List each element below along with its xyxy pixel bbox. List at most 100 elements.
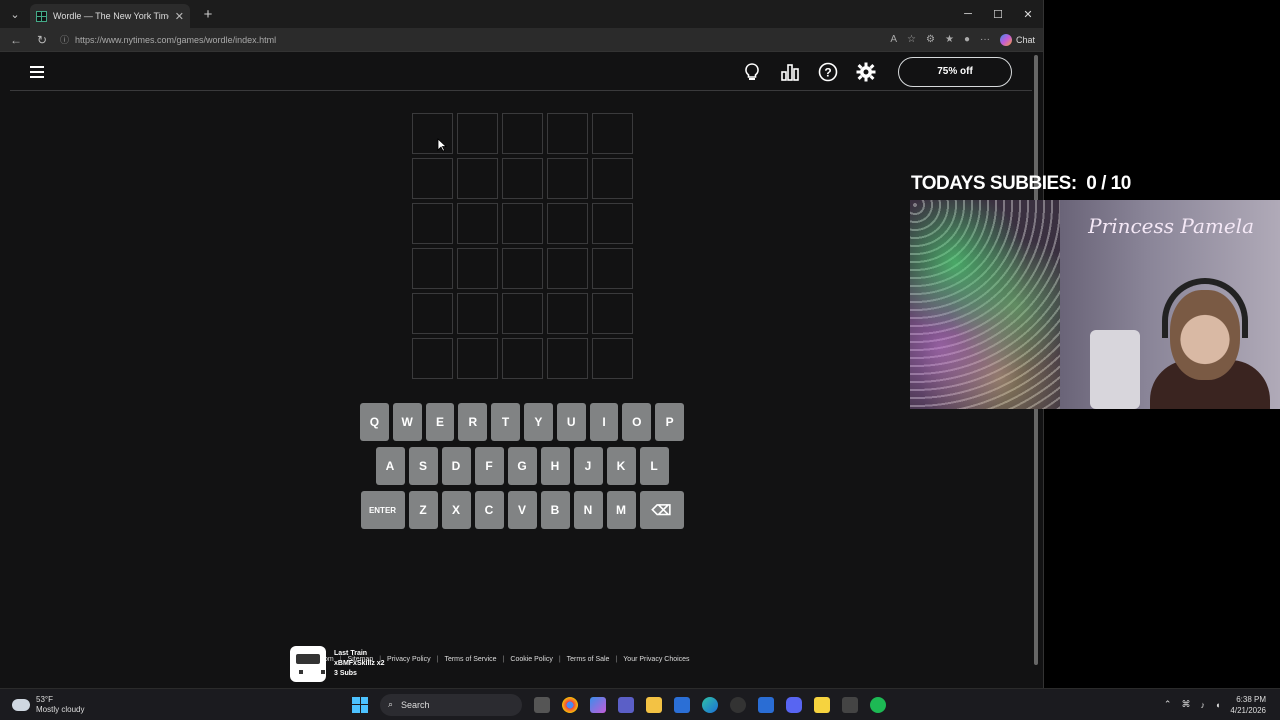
- terminal-icon[interactable]: [842, 696, 858, 713]
- key-t[interactable]: T: [491, 403, 520, 441]
- alert-title: Last Train: [334, 650, 368, 657]
- key-n[interactable]: N: [573, 491, 603, 529]
- board-tile: [412, 203, 453, 244]
- board-tile: [502, 203, 543, 244]
- key-s[interactable]: S: [408, 447, 438, 485]
- menu-icon[interactable]: [30, 65, 44, 78]
- board-tile: [412, 158, 453, 199]
- favorite-star-icon[interactable]: ☆: [907, 34, 916, 45]
- tab-actions-icon[interactable]: ⌄: [0, 0, 30, 28]
- key-q[interactable]: Q: [360, 403, 389, 441]
- key-w[interactable]: W: [392, 403, 422, 441]
- key-c[interactable]: C: [474, 491, 504, 529]
- key-e[interactable]: E: [425, 403, 455, 441]
- footer-link[interactable]: Terms of Service: [444, 656, 496, 663]
- statistics-icon[interactable]: [780, 62, 800, 82]
- new-tab-button[interactable]: +: [196, 6, 220, 23]
- key-x[interactable]: X: [441, 491, 471, 529]
- volume-icon[interactable]: ◖: [1215, 700, 1220, 710]
- header-actions: ? 75% off: [742, 56, 1012, 87]
- enter-key[interactable]: ENTER: [360, 491, 405, 529]
- chrome-icon[interactable]: [562, 696, 578, 713]
- favorites-icon[interactable]: ★: [945, 34, 954, 45]
- key-u[interactable]: U: [556, 403, 586, 441]
- board-tile: [502, 293, 543, 334]
- footer-link[interactable]: Terms of Sale: [567, 656, 610, 663]
- on-screen-keyboard: Q W E R T Y U I O P A S D F G H J K L ENTER Z X C V B N M ⌫: [360, 403, 684, 535]
- key-y[interactable]: Y: [524, 403, 553, 441]
- task-view-icon[interactable]: [534, 696, 550, 713]
- windows-taskbar: 53°F Mostly cloudy ⌕ Search ⌃ ⌘ ♪ ◖ 6:38…: [0, 688, 1280, 720]
- site-info-icon[interactable]: ⓘ: [60, 33, 69, 46]
- close-window-icon[interactable]: ✕: [1013, 8, 1043, 21]
- mouse-cursor-icon: [437, 138, 447, 152]
- read-aloud-icon[interactable]: A: [890, 34, 897, 45]
- key-g[interactable]: G: [507, 447, 537, 485]
- footer-separator: |: [615, 656, 618, 663]
- extensions-icon[interactable]: ⚙: [926, 34, 935, 45]
- more-icon[interactable]: ···: [980, 34, 990, 45]
- key-d[interactable]: D: [441, 447, 471, 485]
- chevron-up-icon[interactable]: ⌃: [1164, 699, 1172, 710]
- clock-time: 6:38 PM: [1236, 694, 1266, 704]
- teams-icon[interactable]: [618, 696, 634, 713]
- temperature: 53°F: [36, 694, 53, 704]
- key-i[interactable]: I: [589, 403, 619, 441]
- board-tile: [592, 248, 633, 289]
- maximize-icon[interactable]: ☐: [983, 8, 1013, 21]
- alert-detail: 3 Subs: [334, 670, 357, 677]
- board-tile: [592, 113, 633, 154]
- key-b[interactable]: B: [540, 491, 570, 529]
- taskbar-search[interactable]: ⌕ Search: [380, 693, 522, 716]
- discord-icon[interactable]: [786, 696, 802, 713]
- key-k[interactable]: K: [606, 447, 636, 485]
- edge-icon[interactable]: [702, 696, 718, 713]
- help-icon[interactable]: ?: [818, 62, 838, 82]
- tab-wordle[interactable]: Wordle — The New York Times ✕: [30, 4, 190, 28]
- clock[interactable]: 6:38 PM 4/21/2026: [1230, 694, 1266, 716]
- led-lights-background: [910, 200, 1060, 409]
- network-icon[interactable]: ⌘: [1181, 699, 1190, 710]
- spotify-icon[interactable]: [870, 696, 886, 713]
- key-l[interactable]: L: [639, 447, 669, 485]
- settings-gear-icon[interactable]: [856, 62, 876, 82]
- store-icon[interactable]: [674, 696, 690, 713]
- key-m[interactable]: M: [606, 491, 636, 529]
- footer-link[interactable]: Cookie Policy: [510, 656, 552, 663]
- subscribe-promo-button[interactable]: 75% off: [898, 56, 1012, 87]
- back-icon[interactable]: ←: [8, 33, 24, 47]
- profile-icon[interactable]: ●: [964, 34, 970, 45]
- file-explorer-icon[interactable]: [646, 696, 662, 713]
- footer-link[interactable]: Your Privacy Choices: [623, 656, 689, 663]
- url-field[interactable]: ⓘ https://www.nytimes.com/games/wordle/i…: [60, 33, 880, 46]
- microphone-icon[interactable]: ♪: [1200, 700, 1205, 710]
- streamdeck-icon[interactable]: [758, 696, 774, 713]
- minimize-icon[interactable]: ─: [953, 8, 983, 21]
- key-r[interactable]: R: [458, 403, 488, 441]
- sticky-notes-icon[interactable]: [814, 696, 830, 713]
- streamer-name: Princess Pamela: [1088, 214, 1254, 238]
- board-tile: [547, 248, 588, 289]
- key-v[interactable]: V: [507, 491, 537, 529]
- start-icon[interactable]: [352, 696, 368, 713]
- copilot-app-icon[interactable]: [590, 696, 606, 713]
- window-controls: ─ ☐ ✕: [953, 8, 1043, 21]
- key-a[interactable]: A: [375, 447, 405, 485]
- board-tile: [457, 158, 498, 199]
- key-o[interactable]: O: [622, 403, 652, 441]
- backspace-key-icon[interactable]: ⌫: [639, 491, 684, 529]
- chat-button[interactable]: Chat: [999, 33, 1035, 46]
- close-tab-icon[interactable]: ✕: [175, 10, 184, 23]
- svg-text:?: ?: [824, 65, 831, 79]
- obs-icon[interactable]: [730, 696, 746, 713]
- refresh-icon[interactable]: ↻: [34, 33, 50, 47]
- key-p[interactable]: P: [655, 403, 684, 441]
- key-f[interactable]: F: [474, 447, 504, 485]
- key-z[interactable]: Z: [408, 491, 438, 529]
- wordle-header: ? 75% off: [10, 53, 1032, 91]
- key-h[interactable]: H: [540, 447, 570, 485]
- hint-bulb-icon[interactable]: [742, 62, 762, 82]
- footer-link[interactable]: Privacy Policy: [387, 656, 431, 663]
- weather-widget[interactable]: 53°F Mostly cloudy: [12, 695, 352, 715]
- key-j[interactable]: J: [573, 447, 603, 485]
